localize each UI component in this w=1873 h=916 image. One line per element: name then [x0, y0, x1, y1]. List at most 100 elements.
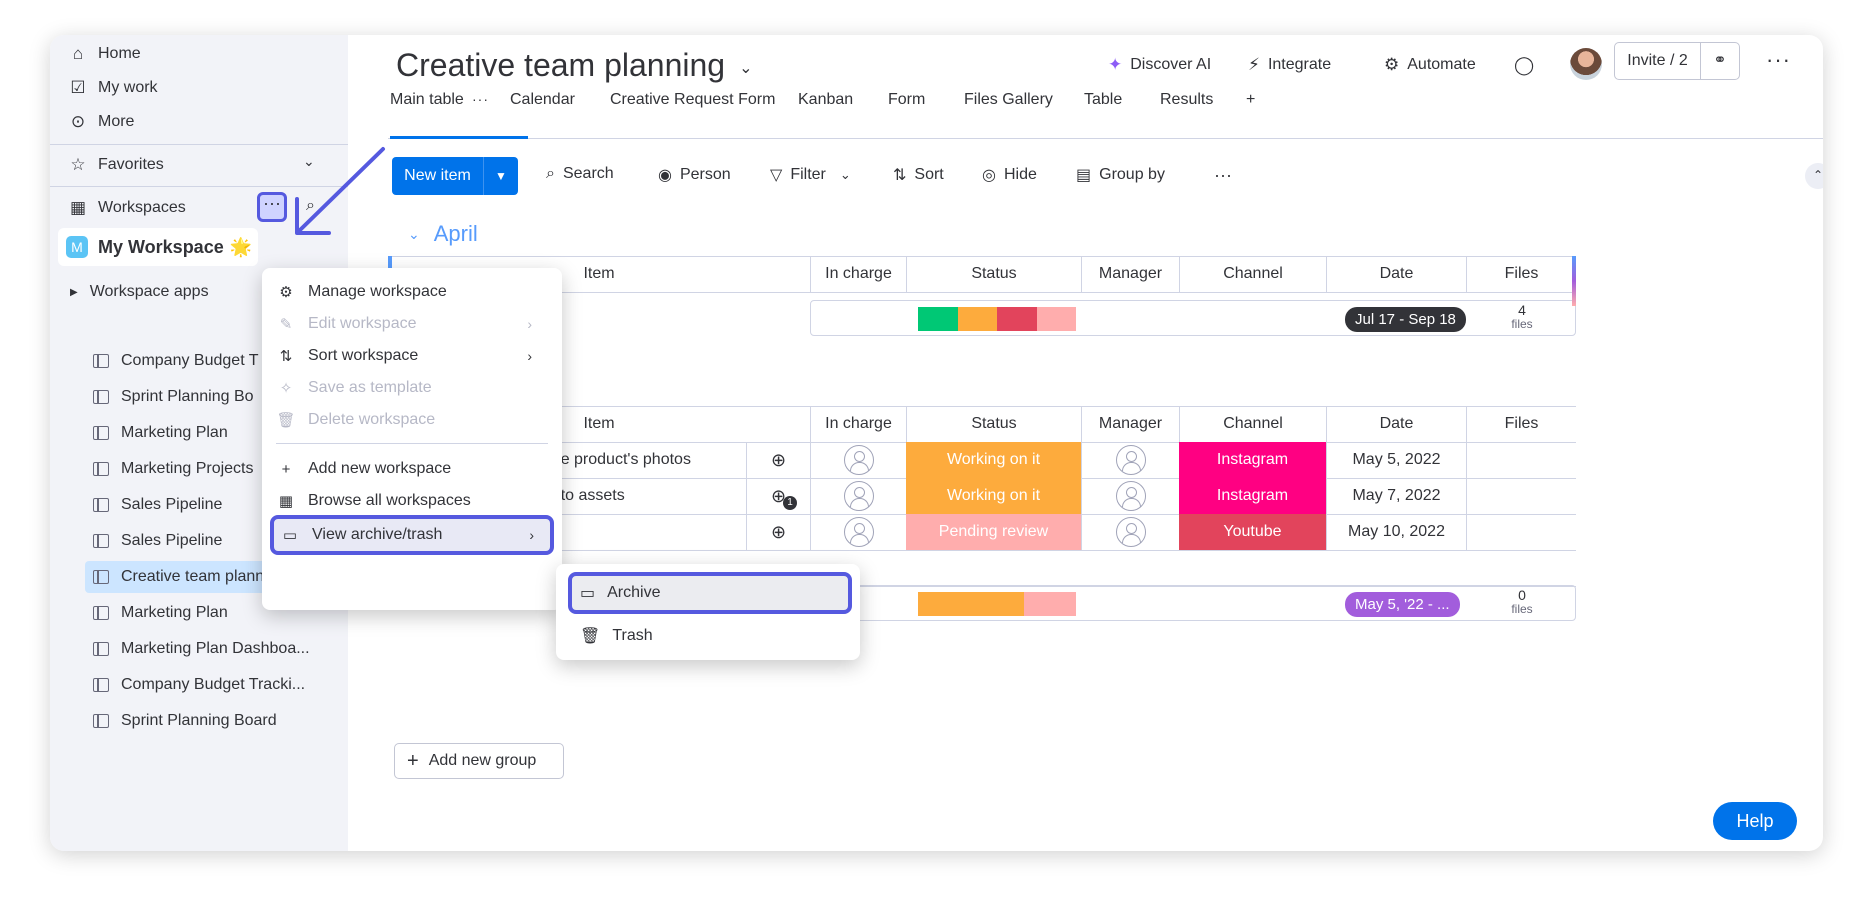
workspace-options-button[interactable]: ···	[257, 192, 287, 222]
column-manager-header[interactable]: Manager	[1081, 406, 1179, 442]
column-in-charge-header[interactable]: In charge	[810, 256, 906, 292]
tab-options-icon[interactable]: ···	[472, 91, 489, 107]
update-cell[interactable]: ⊕	[746, 514, 810, 550]
files-cell[interactable]	[1466, 514, 1576, 550]
integrate-button[interactable]: ⚡ Integrate	[1248, 49, 1331, 81]
more-toolbar-icon[interactable]: ···	[1214, 165, 1232, 186]
manager-cell[interactable]	[1081, 442, 1179, 478]
nav-favorites[interactable]: ☆ Favorites	[66, 150, 163, 180]
link-icon[interactable]: ⚭	[1701, 43, 1739, 79]
filter-button[interactable]: ▽ Filter ⌄	[770, 165, 851, 185]
chevron-down-icon[interactable]: ⌄	[408, 226, 420, 243]
sort-button[interactable]: ⇅ Sort	[893, 165, 944, 185]
nav-more[interactable]: ⊙ More	[66, 107, 135, 137]
tab-form[interactable]: Form	[888, 91, 925, 109]
column-status-header[interactable]: Status	[906, 406, 1081, 442]
board-icon	[93, 462, 109, 476]
avatar[interactable]	[1570, 48, 1602, 80]
status-cell[interactable]: Pending review	[906, 514, 1081, 550]
update-bubble-icon[interactable]: ⊕	[771, 450, 786, 471]
status-summary-bar[interactable]	[918, 592, 1076, 616]
nav-workspaces[interactable]: ▦ Workspaces	[66, 193, 186, 223]
update-cell[interactable]: ⊕	[746, 442, 810, 478]
board-title[interactable]: Creative team planning ⌄	[396, 47, 752, 84]
person-filter-button[interactable]: ◉ Person	[658, 165, 731, 185]
chevron-down-icon[interactable]: ⌄	[840, 167, 851, 183]
date-cell[interactable]: May 7, 2022	[1326, 478, 1466, 514]
group-title[interactable]: ⌄ April	[408, 221, 478, 247]
menu-item-manage-workspace[interactable]: ⚙ Manage workspace	[276, 276, 548, 308]
menu-item-view-archive-trash[interactable]: ▭ View archive/trash ›	[270, 515, 554, 555]
date-cell[interactable]: May 5, 2022	[1326, 442, 1466, 478]
in-charge-cell[interactable]	[810, 442, 906, 478]
help-button[interactable]: Help	[1713, 802, 1797, 840]
hide-button[interactable]: ◎ Hide	[982, 165, 1037, 185]
menu-item-browse-all-workspaces[interactable]: ▦ Browse all workspaces	[276, 485, 548, 517]
menu-item-add-new-workspace[interactable]: + Add new workspace	[276, 453, 548, 485]
chevron-right-icon: ›	[527, 348, 532, 364]
column-files-header[interactable]: Files	[1466, 256, 1576, 292]
board-label: Sprint Planning Bo	[121, 388, 254, 405]
invite-button[interactable]: Invite / 2 ⚭	[1614, 42, 1740, 80]
column-manager-header[interactable]: Manager	[1081, 256, 1179, 292]
row-divider	[388, 292, 1576, 293]
add-new-group-button[interactable]: + Add new group	[394, 743, 564, 779]
tab-results[interactable]: Results	[1160, 91, 1213, 109]
column-channel-header[interactable]: Channel	[1179, 406, 1326, 442]
search-button[interactable]: ⌕ Search	[546, 165, 614, 183]
manager-cell[interactable]	[1081, 514, 1179, 550]
trash-menu-item[interactable]: 🗑 Trash	[580, 622, 653, 650]
board-icon	[93, 426, 109, 440]
update-bubble-icon[interactable]: ⊕	[771, 522, 786, 543]
nav-home[interactable]: ⌂ Home	[66, 39, 141, 69]
nav-my-work[interactable]: ☑ My work	[66, 73, 157, 103]
automate-button[interactable]: ⚙ Automate	[1384, 49, 1476, 81]
menu-item-sort-workspace[interactable]: ⇅ Sort workspace ›	[276, 340, 548, 372]
channel-cell[interactable]: Instagram	[1179, 478, 1326, 514]
column-date-header[interactable]: Date	[1326, 406, 1466, 442]
status-summary-bar[interactable]	[918, 307, 1076, 331]
board-icon	[93, 606, 109, 620]
manager-cell[interactable]	[1081, 478, 1179, 514]
workspace-selector[interactable]: M My Workspace 🌟	[58, 228, 258, 266]
tab-files-gallery[interactable]: Files Gallery	[964, 91, 1053, 109]
date-summary[interactable]: May 5, '22 - ...	[1345, 592, 1460, 617]
add-view-button[interactable]: +	[1246, 91, 1255, 109]
person-icon: ◉	[658, 167, 672, 184]
collapse-header-icon[interactable]: ⌃	[1805, 163, 1823, 189]
sidebar-board-item[interactable]: Company Budget Tracki...	[85, 669, 327, 701]
trash-icon: 🗑	[276, 412, 296, 429]
menu-item-save-as-template: ✧ Save as template	[276, 372, 548, 404]
update-cell[interactable]: ⊕ 1	[746, 478, 810, 514]
column-date-header[interactable]: Date	[1326, 256, 1466, 292]
discover-ai-button[interactable]: ✦ Discover AI	[1108, 49, 1211, 81]
column-in-charge-header[interactable]: In charge	[810, 406, 906, 442]
tab-kanban[interactable]: Kanban	[798, 91, 853, 109]
status-cell[interactable]: Working on it	[906, 442, 1081, 478]
tab-calendar[interactable]: Calendar	[510, 91, 575, 109]
archive-menu-item[interactable]: ▭ Archive	[568, 572, 852, 614]
workspace-apps[interactable]: ▶ Workspace apps	[70, 283, 209, 301]
tab-table[interactable]: Table	[1084, 91, 1122, 109]
tab-main-table[interactable]: Main table	[390, 91, 464, 109]
column-status-header[interactable]: Status	[906, 256, 1081, 292]
files-cell[interactable]	[1466, 442, 1576, 478]
column-channel-header[interactable]: Channel	[1179, 256, 1326, 292]
sidebar-board-item[interactable]: Marketing Plan Dashboa...	[85, 633, 327, 665]
in-charge-cell[interactable]	[810, 514, 906, 550]
date-summary[interactable]: Jul 17 - Sep 18	[1345, 307, 1466, 332]
group-by-button[interactable]: ▤ Group by	[1076, 165, 1165, 185]
channel-cell[interactable]: Instagram	[1179, 442, 1326, 478]
tab-creative-request-form[interactable]: Creative Request Form	[610, 91, 775, 109]
date-cell[interactable]: May 10, 2022	[1326, 514, 1466, 550]
chevron-down-icon[interactable]: ▼	[484, 157, 518, 195]
in-charge-cell[interactable]	[810, 478, 906, 514]
more-options-icon[interactable]: ···	[1766, 47, 1791, 73]
sidebar-board-item[interactable]: Sprint Planning Board	[85, 705, 327, 737]
new-item-button[interactable]: New item ▼	[392, 157, 518, 195]
status-cell[interactable]: Working on it	[906, 478, 1081, 514]
files-cell[interactable]	[1466, 478, 1576, 514]
chat-icon[interactable]: ◯	[1514, 49, 1534, 81]
column-files-header[interactable]: Files	[1466, 406, 1576, 442]
channel-cell[interactable]: Youtube	[1179, 514, 1326, 550]
